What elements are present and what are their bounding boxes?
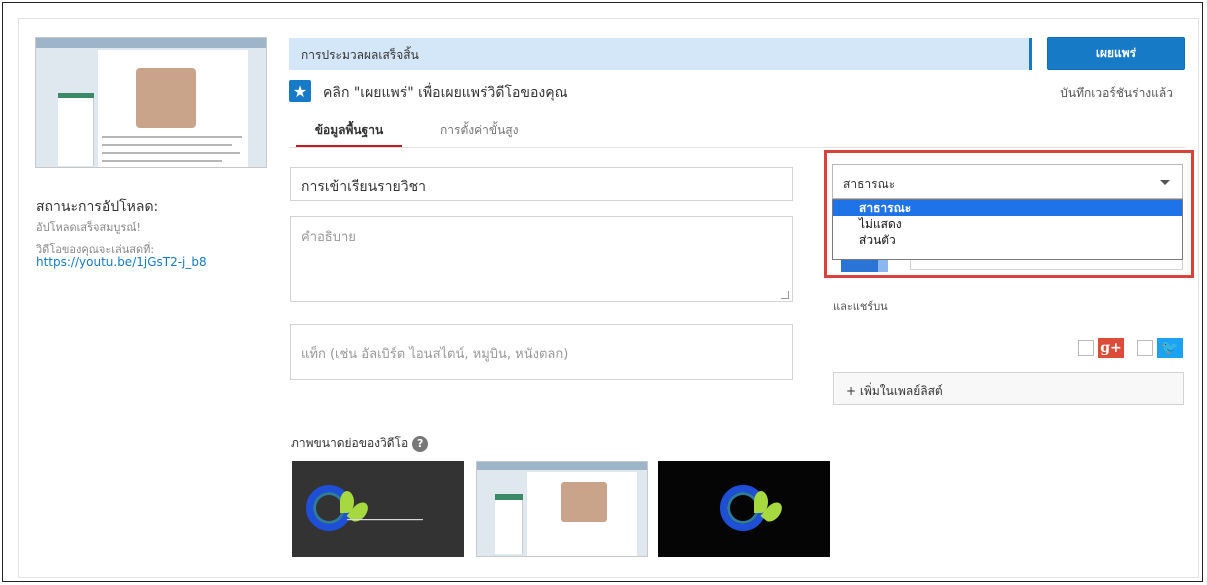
text-line-graphic [102,160,222,162]
gplus-checkbox[interactable] [1078,340,1094,356]
help-icon[interactable]: ? [412,435,429,452]
thumbnails-label: ภาพขนาดย่อของวิดีโอ? [291,434,429,453]
processing-progress-bar: การประมวลผลเสร็จสิ้น [289,38,1032,70]
progress-text: การประมวลผลเสร็จสิ้น [301,48,419,62]
text-line-graphic [102,144,232,146]
video-preview-thumbnail [35,37,267,168]
share-label: และแชร์บน [833,300,888,313]
add-to-playlist-button[interactable]: + เพิ่มในเพลย์ลิสต์ [833,372,1184,405]
thumbnail-caption-graphic: ━━━━━━━━━━━━━━━━━━ [347,516,423,524]
thumbnail-option[interactable]: ━━━━━━━━━━━━━━━━━━ [292,461,464,557]
title-input[interactable]: การเข้าเรียนรายวิชา [290,167,793,201]
twitter-checkbox[interactable] [1137,340,1153,356]
upload-complete-text: อัปโหลดเสร็จสมบูรณ์! [36,221,141,234]
thumbnail-option[interactable] [476,461,648,557]
description-placeholder: คำอธิบาย [301,230,356,245]
tab-divider [289,147,1185,148]
thumbnail-option[interactable] [658,461,830,557]
video-url-link[interactable]: https://youtu.be/1jGsT2-j_b8 [36,255,207,269]
thumbnails-label-text: ภาพขนาดย่อของวิดีโอ [291,436,409,450]
google-plus-icon: g+ [1098,338,1124,358]
tags-input[interactable]: แท็ก (เช่น อัลเบิร์ต ไอนสไตน์, หมูบิน, ห… [290,324,793,380]
tab-advanced-settings[interactable]: การตั้งค่าขั้นสูง [440,118,518,148]
browser-toolbar-graphic [477,462,647,470]
publish-hint: คลิก "เผยแพร่" เพื่อเผยแพร่วิดีโอของคุณ [323,85,568,101]
tags-placeholder: แท็ก (เช่น อัลเบิร์ต ไอนสไตน์, หมูบิน, ห… [301,347,569,362]
text-line-graphic [102,136,242,138]
description-textarea[interactable]: คำอธิบาย [290,216,793,302]
sidebar-header-graphic [495,494,523,500]
sidebar-graphic [58,98,94,166]
browser-toolbar-graphic [36,38,266,48]
upload-status-title: สถานะการอัปโหลด: [36,199,159,215]
presenter-image [136,68,196,128]
resize-handle-icon[interactable] [781,291,789,299]
publish-button[interactable]: เผยแพร่ [1047,37,1185,70]
twitter-icon: 🐦 [1157,338,1183,358]
sidebar-graphic [495,498,523,554]
text-line-graphic [102,152,240,154]
tab-basic-info[interactable]: ข้อมูลพื้นฐาน [296,118,402,148]
star-icon: ★ [289,80,311,102]
presenter-image [561,482,607,522]
privacy-highlight-box [824,150,1194,278]
draft-saved-status: บันทึกเวอร์ชันร่างแล้ว [1060,86,1173,100]
